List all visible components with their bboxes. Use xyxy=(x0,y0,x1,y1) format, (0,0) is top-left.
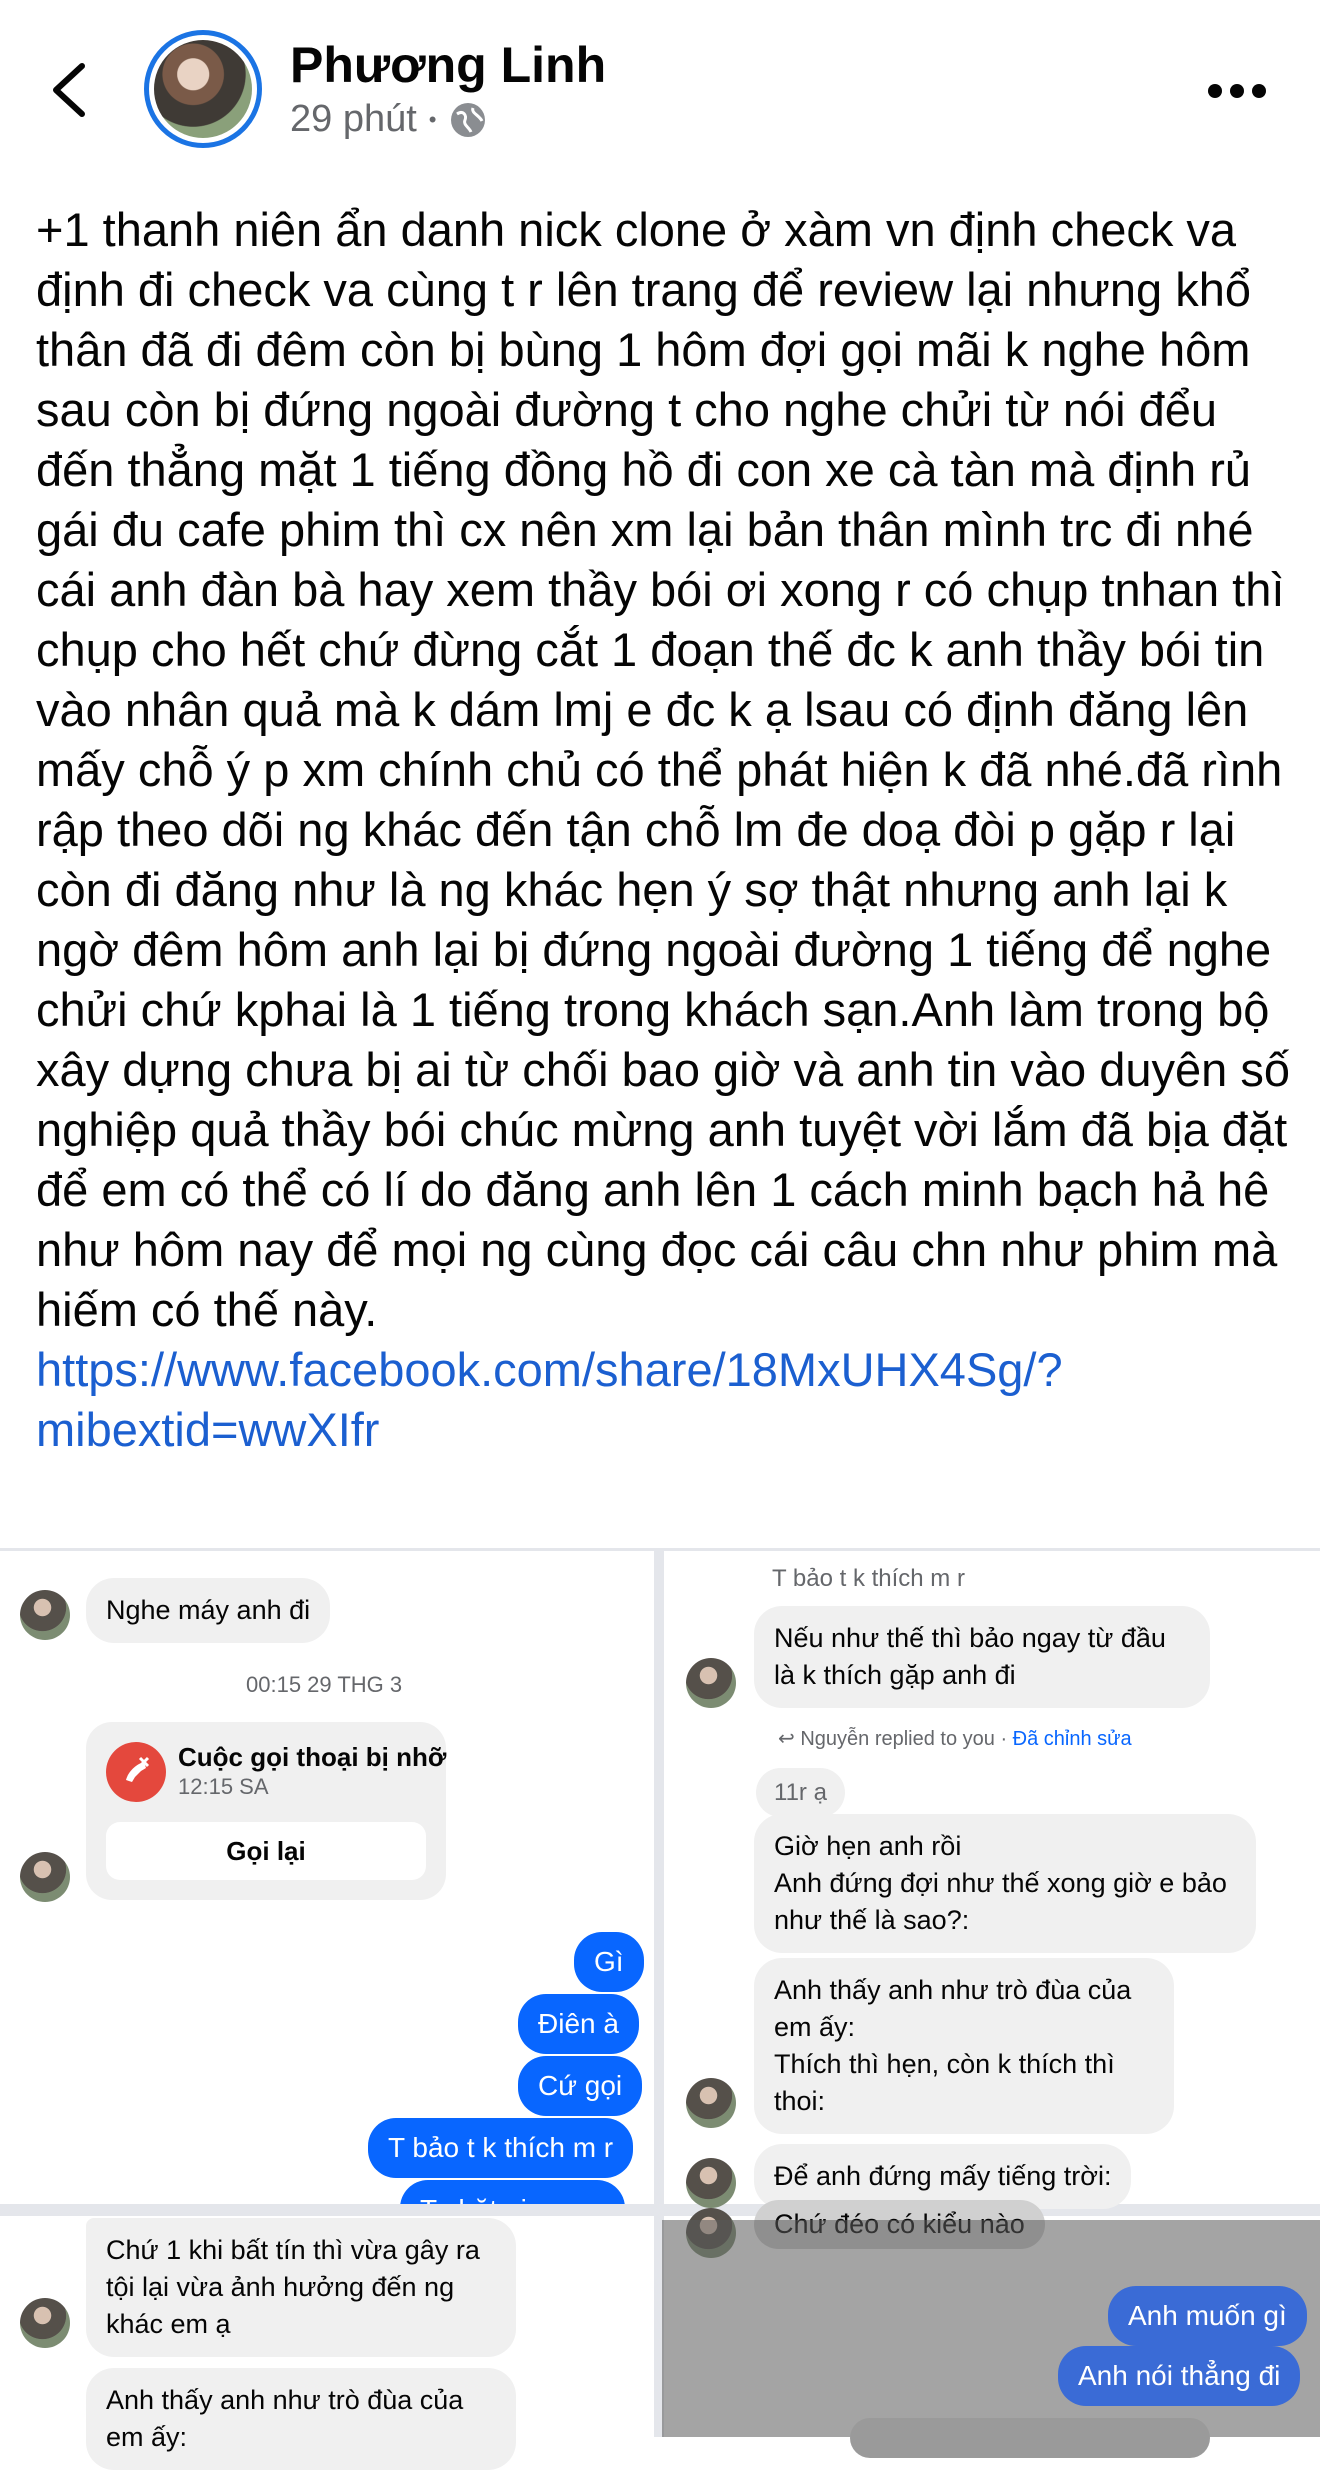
post-text: +1 thanh niên ẩn danh nick clone ở xàm v… xyxy=(36,203,1290,1336)
sent-message: T bảo t k thích m r xyxy=(368,2118,634,2178)
sent-message: Anh nói thẳng đi xyxy=(1058,2346,1301,2406)
message-bubble: Nếu như thế thì bảo ngay từ đầu là k thí… xyxy=(754,1606,1210,1708)
call-back-button[interactable]: Gọi lại xyxy=(106,1822,426,1880)
call-time: 12:15 SA xyxy=(178,1774,269,1799)
avatar xyxy=(20,2298,70,2348)
post-link[interactable]: https://www.facebook.com/share/18MxUHX4S… xyxy=(36,1343,1063,1456)
avatar xyxy=(686,1658,736,1708)
avatar xyxy=(686,2078,736,2128)
message-bubble: Giờ hẹn anh rồi Anh đứng đợi như thế xon… xyxy=(754,1814,1256,1953)
avatar[interactable] xyxy=(144,30,262,148)
quoted-message: 11r ạ xyxy=(756,1768,845,1817)
meta-separator: • xyxy=(428,106,437,132)
edited-label: Đã chỉnh sửa xyxy=(1012,1728,1132,1750)
sent-message: Điên à xyxy=(518,1994,639,2054)
quoted-message: T bảo t k thích m r xyxy=(754,1556,983,1601)
post-body: +1 thanh niên ẩn danh nick clone ở xàm v… xyxy=(36,200,1296,1460)
chat-timestamp: 00:15 29 THG 3 xyxy=(246,1672,403,1697)
call-title: Cuộc gọi thoại bị nhỡ xyxy=(178,1742,447,1772)
more-horizontal-icon[interactable] xyxy=(1208,76,1272,106)
message-bubble-clipped xyxy=(850,2418,1210,2458)
post-time[interactable]: 29 phút xyxy=(290,98,417,141)
avatar xyxy=(20,1852,70,1902)
message-bubble: Chứ 1 khi bất tín thì vừa gây ra tội lại… xyxy=(86,2218,516,2357)
post-header: Phương Linh 29 phút • xyxy=(0,0,1320,180)
sent-message: Gì xyxy=(574,1932,644,1992)
chevron-left-icon[interactable] xyxy=(48,62,90,118)
message-bubble: Anh thấy anh như trò đùa của em ấy: xyxy=(86,2368,516,2470)
sent-message-clipped: T chặt giọng m xyxy=(400,2180,640,2204)
sent-message: Anh muốn gì xyxy=(1108,2286,1307,2346)
author-name[interactable]: Phương Linh xyxy=(290,36,606,94)
sent-message: Cứ gọi xyxy=(518,2056,643,2116)
avatar xyxy=(20,1590,70,1640)
globe-icon xyxy=(450,102,485,137)
message-bubble: Nghe máy anh đi xyxy=(86,1578,331,1643)
missed-call-card: Cuộc gọi thoại bị nhỡ 12:15 SA Gọi lại xyxy=(86,1722,446,1900)
post-meta: 29 phút • xyxy=(290,98,487,141)
reply-indicator: ↩ Nguyễn replied to you · Đã chỉnh sửa xyxy=(778,1728,1132,1750)
avatar xyxy=(686,2158,736,2208)
missed-call-icon xyxy=(106,1742,166,1802)
message-bubble: Anh thấy anh như trò đùa của em ấy: Thíc… xyxy=(754,1958,1174,2134)
